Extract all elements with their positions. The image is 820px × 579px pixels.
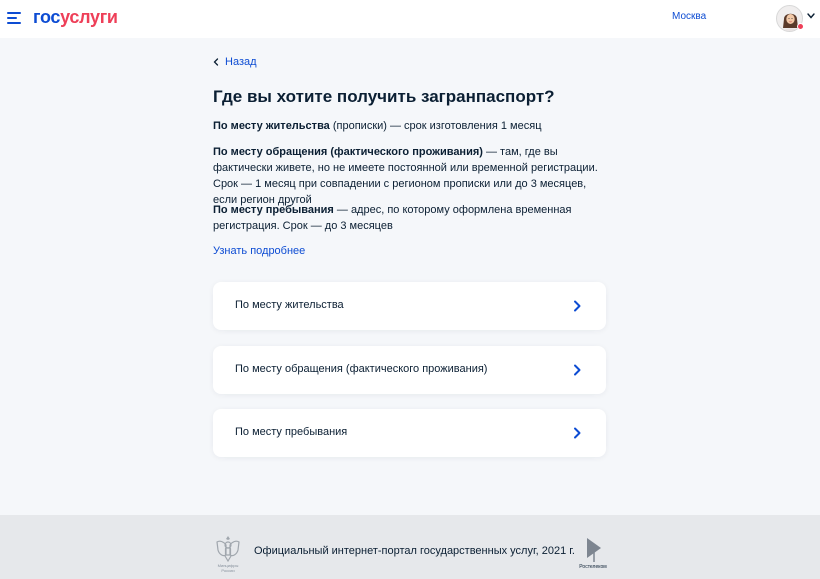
rostelecom-logo-icon	[587, 538, 601, 562]
emblem-caption: Минцифры России	[217, 563, 239, 573]
rostelecom-caption: Ростелеком	[579, 564, 607, 570]
footer-text: Официальный интернет-портал государствен…	[254, 545, 575, 557]
burger-menu-icon[interactable]	[7, 11, 21, 24]
chevron-right-icon	[574, 427, 581, 439]
back-link[interactable]: Назад	[213, 56, 257, 68]
logo-part-gos: гос	[33, 7, 61, 27]
option-label: По месту обращения (фактического прожива…	[235, 363, 488, 375]
option-label: По месту пребывания	[235, 426, 348, 438]
paragraph-term: По месту обращения (фактического прожива…	[213, 146, 483, 158]
notification-dot	[797, 23, 804, 30]
info-paragraph-residence: По месту жительства (прописки) — срок из…	[213, 118, 613, 134]
option-stay[interactable]: По месту пребывания	[213, 409, 606, 457]
gosuslugi-logo[interactable]: госуслуги	[33, 7, 118, 27]
paragraph-term: По месту пребывания	[213, 204, 334, 216]
back-label: Назад	[225, 56, 257, 68]
learn-more-link[interactable]: Узнать подробнее	[213, 245, 305, 257]
city-selector[interactable]: Москва	[672, 11, 706, 22]
paragraph-term: По месту жительства	[213, 120, 330, 132]
option-actual-residence[interactable]: По месту обращения (фактического прожива…	[213, 346, 606, 394]
paragraph-text: (прописки) — срок изготовления 1 месяц	[329, 120, 542, 132]
state-emblem-icon	[216, 536, 240, 563]
chevron-left-icon	[213, 58, 219, 66]
page-title: Где вы хотите получить загранпаспорт?	[213, 87, 555, 106]
footer: Минцифры России Официальный интернет-пор…	[0, 515, 820, 579]
option-residence[interactable]: По месту жительства	[213, 282, 606, 330]
info-paragraph-actual: По месту обращения (фактического прожива…	[213, 144, 613, 208]
option-label: По месту жительства	[235, 299, 344, 311]
chevron-down-icon[interactable]	[807, 13, 815, 19]
logo-part-uslugi: услуги	[60, 7, 118, 27]
info-paragraph-stay: По месту пребывания — адрес, по которому…	[213, 202, 613, 234]
chevron-right-icon	[574, 364, 581, 376]
header: госуслуги Москва	[0, 0, 820, 38]
chevron-right-icon	[574, 300, 581, 312]
